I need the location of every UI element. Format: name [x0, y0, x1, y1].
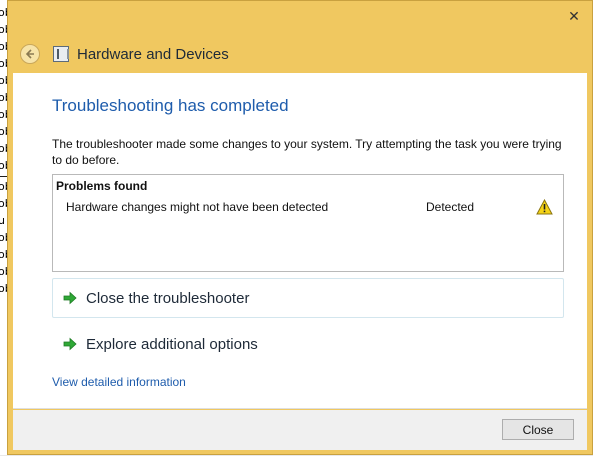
explore-options-option[interactable]: Explore additional options [52, 324, 564, 364]
problem-status: Detected [426, 200, 475, 214]
warning-icon [536, 199, 553, 215]
option-label: Explore additional options [86, 336, 258, 353]
close-button[interactable]: Close [502, 419, 574, 440]
troubleshooter-dialog: ✕ Hardware and Devices Troubleshooting h… [7, 0, 593, 455]
problems-list-title: Problems found [56, 179, 148, 193]
option-label: Close the troubleshooter [86, 290, 250, 307]
navigation-bar: Hardware and Devices [20, 42, 229, 66]
page-title: Troubleshooting has completed [52, 96, 289, 115]
close-troubleshooter-option[interactable]: Close the troubleshooter [52, 278, 564, 318]
problems-list: Problems found Hardware changes might no… [52, 174, 564, 272]
problem-row[interactable]: Hardware changes might not have been det… [53, 199, 563, 219]
description-text: The troubleshooter made some changes to … [52, 137, 562, 167]
green-arrow-icon [63, 337, 77, 351]
breadcrumb: Hardware and Devices [77, 45, 229, 63]
background-window-bottom [0, 455, 595, 462]
back-button[interactable] [20, 44, 40, 64]
background-text-fragment: u [0, 214, 5, 227]
close-icon[interactable]: ✕ [564, 7, 584, 27]
green-arrow-icon [63, 291, 77, 305]
view-details-link[interactable]: View detailed information [52, 375, 186, 389]
problem-description: Hardware changes might not have been det… [66, 200, 329, 214]
hardware-and-devices-icon [53, 46, 69, 62]
dialog-footer: Close [13, 410, 587, 450]
back-arrow-icon [25, 49, 34, 59]
content-pane: Troubleshooting has completed The troubl… [13, 73, 587, 409]
